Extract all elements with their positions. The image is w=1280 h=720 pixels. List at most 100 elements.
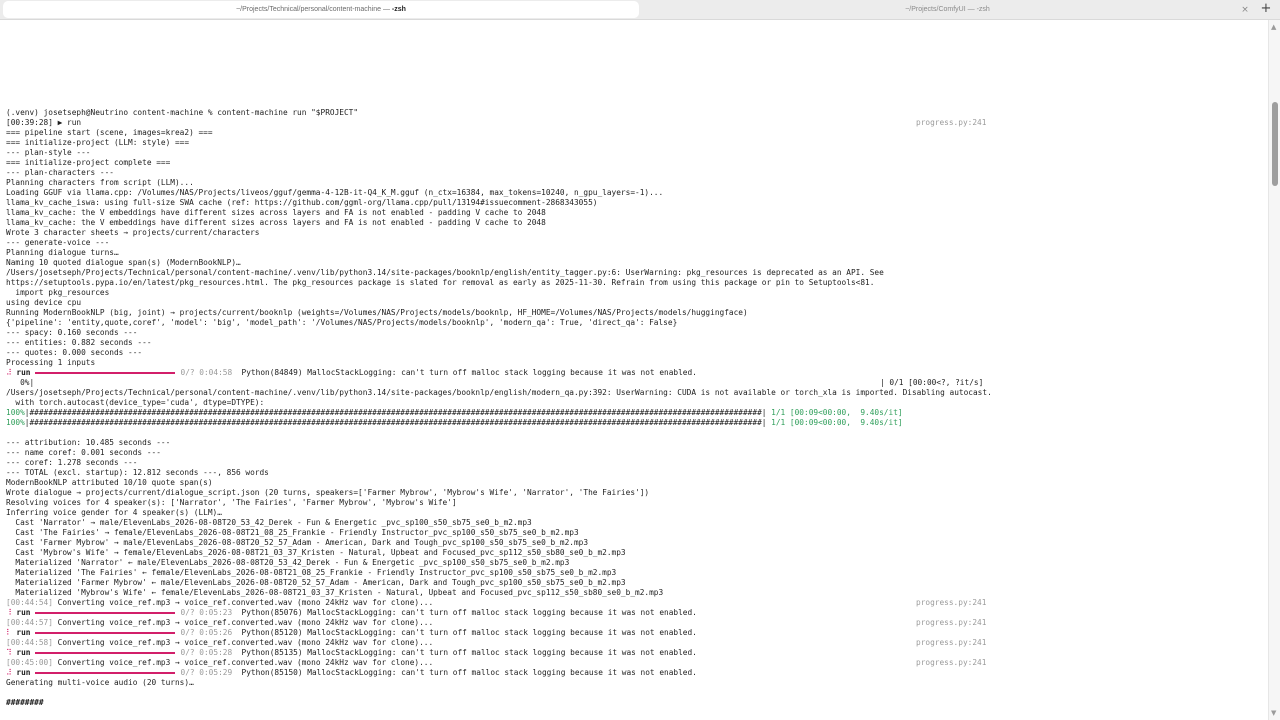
log-text: [00:39:28] ▶ run xyxy=(6,118,82,127)
spinner-icon: ⠇ xyxy=(6,628,12,637)
log-text: Planning dialogue turns… xyxy=(6,248,119,257)
progress-label: run xyxy=(16,668,31,677)
terminal-output[interactable]: (.venv) josetseph@Neutrino content-machi… xyxy=(0,20,1268,720)
terminal-line: === initialize-project (LLM: style) === xyxy=(6,138,1006,148)
terminal-line: --- spacy: 0.160 seconds --- xyxy=(6,328,1006,338)
terminal-line: --- coref: 1.278 seconds --- xyxy=(6,458,1006,468)
log-text: with torch.autocast(device_type='cuda', … xyxy=(6,398,265,407)
log-text: === pipeline start (scene, images=krea2)… xyxy=(6,128,213,137)
progress-count: 0/? 0:05:29 xyxy=(180,668,233,677)
terminal-line: Cast 'The Fairies' → female/ElevenLabs_2… xyxy=(6,528,1006,538)
timestamp: [00:44:58] xyxy=(6,638,53,647)
progress-count: 0/? 0:05:28 xyxy=(180,648,233,657)
timestamp: [00:45:00] xyxy=(6,658,53,667)
scroll-up-icon[interactable]: ▲ xyxy=(1271,23,1276,31)
terminal-line: --- entities: 0.882 seconds --- xyxy=(6,338,1006,348)
progress-label: run xyxy=(16,608,31,617)
terminal-line: Cast 'Narrator' → male/ElevenLabs_2026-0… xyxy=(6,518,1006,528)
source-location: progress.py:241 xyxy=(916,638,987,647)
log-text: Inferring voice gender for 4 speaker(s) … xyxy=(6,508,222,517)
terminal-line: Wrote dialogue → projects/current/dialog… xyxy=(6,488,1006,498)
scroll-down-icon[interactable]: ▼ xyxy=(1271,709,1276,717)
log-text: import pkg_resources xyxy=(6,288,110,297)
tab-path: ~/Projects/Technical/personal/content-ma… xyxy=(236,6,392,13)
terminal-line: Generating multi-voice audio (20 turns)… xyxy=(6,678,1006,688)
progress-status: | 0/1 [00:00<?, ?it/s] xyxy=(880,378,984,387)
terminal-line: https://setuptools.pypa.io/en/latest/pkg… xyxy=(6,278,1006,288)
log-text: --- entities: 0.882 seconds --- xyxy=(6,338,152,347)
log-text: Planning characters from script (LLM)... xyxy=(6,178,194,187)
terminal-line: 100%|###################################… xyxy=(6,408,1006,418)
terminal-line: /Users/josetseph/Projects/Technical/pers… xyxy=(6,268,1006,278)
terminal-line: [00:44:54] Converting voice_ref.mp3 → vo… xyxy=(6,598,1006,608)
log-text: https://setuptools.pypa.io/en/latest/pkg… xyxy=(6,278,875,287)
terminal-line: ######## xyxy=(6,698,1006,708)
spinner-icon: ⠼ xyxy=(6,668,12,677)
terminal-line: Running ModernBookNLP (big, joint) → pro… xyxy=(6,308,1006,318)
progress-hash-bar: |#######################################… xyxy=(24,408,767,417)
log-text: /Users/josetseph/Projects/Technical/pers… xyxy=(6,268,884,277)
log-text: Cast 'The Fairies' → female/ElevenLabs_2… xyxy=(6,528,579,537)
terminal-line: Wrote 3 character sheets → projects/curr… xyxy=(6,228,1006,238)
terminal-line: llama_kv_cache_iswa: using full-size SWA… xyxy=(6,198,1006,208)
log-text: Cast 'Mybrow's Wife' → female/ElevenLabs… xyxy=(6,548,626,557)
terminal-line: Cast 'Mybrow's Wife' → female/ElevenLabs… xyxy=(6,548,1006,558)
log-text: === initialize-project complete === xyxy=(6,158,171,167)
terminal-line: === initialize-project complete === xyxy=(6,158,1006,168)
log-text: --- generate-voice --- xyxy=(6,238,110,247)
log-text: 0%| xyxy=(6,378,35,387)
spinner-icon: ⠸ xyxy=(6,608,12,617)
spinner-icon: ⠼ xyxy=(6,368,12,377)
log-message: Python(85150) MallocStackLogging: can't … xyxy=(241,668,697,677)
timestamp: [00:44:54] xyxy=(6,598,53,607)
log-text: (.venv) josetseph@Neutrino content-machi… xyxy=(6,108,359,117)
source-location: progress.py:241 xyxy=(916,118,987,127)
new-tab-icon[interactable]: + xyxy=(1259,1,1273,18)
progress-rate: 1/1 [00:09<00:00, 9.40s/it] xyxy=(766,408,903,417)
log-text: Naming 10 quoted dialogue span(s) (Moder… xyxy=(6,258,241,267)
log-text: --- spacy: 0.160 seconds --- xyxy=(6,328,138,337)
terminal-line: --- plan-style --- xyxy=(6,148,1006,158)
progress-bar xyxy=(34,672,175,674)
terminal-line: --- name coref: 0.001 seconds --- xyxy=(6,448,1006,458)
log-text: --- plan-characters --- xyxy=(6,168,114,177)
progress-count: 0/? 0:05:26 xyxy=(180,628,233,637)
tab-comfyui[interactable]: ~/Projects/ComfyUI — -zsh xyxy=(640,1,1255,18)
terminal-line: Inferring voice gender for 4 speaker(s) … xyxy=(6,508,1006,518)
log-text: --- TOTAL (excl. startup): 12.812 second… xyxy=(6,468,269,477)
terminal-line: llama_kv_cache: the V embeddings have di… xyxy=(6,218,1006,228)
vertical-scrollbar[interactable]: ▲ ▼ xyxy=(1268,20,1280,720)
tab-command: -zsh xyxy=(391,6,406,13)
log-text: Materialized 'Farmer Mybrow' ← male/Elev… xyxy=(6,578,626,587)
log-text: Generating multi-voice audio (20 turns)… xyxy=(6,678,194,687)
log-text: --- quotes: 0.000 seconds --- xyxy=(6,348,143,357)
terminal-line: --- TOTAL (excl. startup): 12.812 second… xyxy=(6,468,1006,478)
log-text: --- attribution: 10.485 seconds --- xyxy=(6,438,171,447)
terminal-line: Materialized 'The Fairies' ← female/Elev… xyxy=(6,568,1006,578)
log-message: Converting voice_ref.mp3 → voice_ref.con… xyxy=(52,618,434,627)
terminal-line: --- quotes: 0.000 seconds --- xyxy=(6,348,1006,358)
log-text: {'pipeline': 'entity,quote,coref', 'mode… xyxy=(6,318,678,327)
terminal-line: --- generate-voice --- xyxy=(6,238,1006,248)
log-message: Converting voice_ref.mp3 → voice_ref.con… xyxy=(52,658,434,667)
terminal-line: import pkg_resources xyxy=(6,288,1006,298)
close-tab-icon[interactable]: × xyxy=(1240,3,1250,17)
log-text: Cast 'Farmer Mybrow' → male/ElevenLabs_2… xyxy=(6,538,589,547)
terminal-line: Resolving voices for 4 speaker(s): ['Nar… xyxy=(6,498,1006,508)
terminal-line: ⠼ run 0/? 0:04:58 Python(84849) MallocSta… xyxy=(6,368,1006,378)
source-location: progress.py:241 xyxy=(916,658,987,667)
terminal-line: --- plan-characters --- xyxy=(6,168,1006,178)
tab-content-machine[interactable]: ~/Projects/Technical/personal/content-ma… xyxy=(3,1,639,18)
log-text: /Users/josetseph/Projects/Technical/pers… xyxy=(6,388,992,397)
source-location: progress.py:241 xyxy=(916,598,987,607)
scrollbar-thumb[interactable] xyxy=(1272,102,1278,186)
terminal-line: ⠸ run 0/? 0:05:23 Python(85076) MallocSta… xyxy=(6,608,1006,618)
log-text: Resolving voices for 4 speaker(s): ['Nar… xyxy=(6,498,457,507)
log-text: Materialized 'Narrator' ← male/ElevenLab… xyxy=(6,558,570,567)
log-text: Loading GGUF via llama.cpp: /Volumes/NAS… xyxy=(6,188,664,197)
spinner-icon: ⠹ xyxy=(6,648,12,657)
log-message: Converting voice_ref.mp3 → voice_ref.con… xyxy=(52,598,434,607)
terminal-line: /Users/josetseph/Projects/Technical/pers… xyxy=(6,388,1006,398)
log-message: Python(84849) MallocStackLogging: can't … xyxy=(241,368,697,377)
